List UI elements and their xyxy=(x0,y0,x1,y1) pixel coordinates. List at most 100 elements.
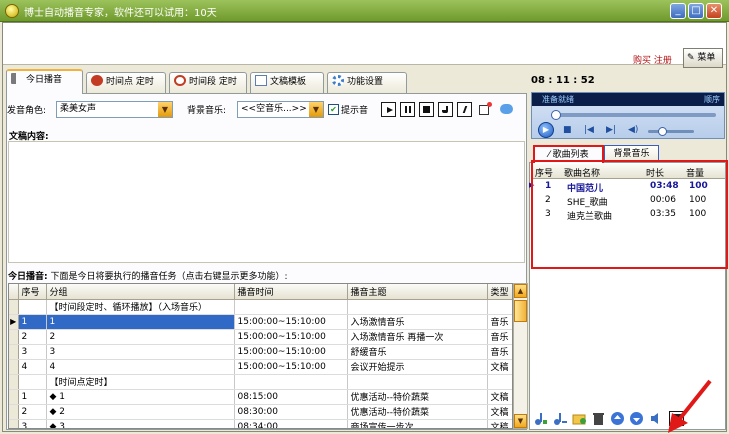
top-strip xyxy=(3,23,726,65)
seek-bar[interactable] xyxy=(551,110,716,120)
chevron-down-icon: ▼ xyxy=(309,102,323,117)
column-header[interactable]: 分组 xyxy=(46,284,235,300)
voice-label: 发音角色: xyxy=(7,106,47,116)
stop-button[interactable] xyxy=(419,102,434,117)
tab-settings[interactable]: 功能设置 xyxy=(327,72,407,93)
tab-settings-label: 功能设置 xyxy=(347,77,384,87)
play-mode[interactable]: 顺序 xyxy=(704,93,720,106)
type-cell: 音乐 xyxy=(487,344,512,360)
play-button[interactable]: ▶ xyxy=(538,122,554,138)
menu-button[interactable]: ✎ 菜单 xyxy=(683,48,723,68)
seq-cell: 3 xyxy=(18,344,47,360)
table-row[interactable]: 2 ◆ 2 08:30:00 优惠活动--特价蔬菜 文稿 xyxy=(9,404,512,420)
tab-timeperiod-label: 时间段 定时 xyxy=(189,77,237,87)
table-row[interactable]: 4 4 15:00:00~15:10:00 会议开始提示 文稿 xyxy=(9,359,512,375)
column-header[interactable]: 序号 xyxy=(18,284,47,300)
content-textarea[interactable] xyxy=(8,141,525,263)
tab-timepoint[interactable]: 时间点 定时 xyxy=(86,72,166,93)
volume-knob[interactable] xyxy=(657,127,667,136)
bgm-select[interactable]: <<空音乐...>> ▼ xyxy=(237,101,324,118)
previous-icon[interactable]: |◀ xyxy=(584,125,594,135)
chat-bubble-icon[interactable] xyxy=(499,102,514,117)
tab-templates[interactable]: 文稿模板 xyxy=(250,72,324,93)
type-cell: 文稿 xyxy=(487,419,512,428)
trash-icon[interactable] xyxy=(591,411,606,426)
topic-cell: 舒缓音乐 xyxy=(347,344,488,360)
topic-cell: 优惠活动--特价蔬菜 xyxy=(347,389,488,405)
prompt-checkbox[interactable]: ✔ xyxy=(328,104,339,115)
buy-register-link[interactable]: 购买 注册 xyxy=(633,53,672,66)
close-icon[interactable]: ✕ xyxy=(706,3,722,19)
bgm-select-value: <<空音乐...>> xyxy=(241,104,307,114)
media-player: 准备就绪 顺序 ▶ ■ |◀ ▶| ◀) xyxy=(531,92,725,139)
tab-timeperiod[interactable]: 时间段 定时 xyxy=(169,72,247,93)
table-row[interactable]: ▶ 1 1 15:00:00~15:10:00 入场激情音乐 音乐 xyxy=(9,314,512,330)
add-music-alt-icon[interactable] xyxy=(552,411,567,426)
seq-cell: 3 xyxy=(18,419,47,428)
scroll-up-icon[interactable]: ▲ xyxy=(514,284,527,298)
prompt-label: 提示音 xyxy=(341,106,369,116)
today-title: 今日播音: xyxy=(8,272,48,282)
table-row[interactable]: 3 ◆ 3 08:34:00 商场宣传一步次 文稿 xyxy=(9,419,512,428)
table-scrollbar[interactable]: ▲ ▼ xyxy=(513,283,528,429)
type-cell: 音乐 xyxy=(487,314,512,330)
table-row[interactable]: 【时间段定时、循环播放】（入场音乐） xyxy=(9,299,512,315)
minimize-icon[interactable]: _ xyxy=(670,3,686,19)
column-header[interactable]: 播音主题 xyxy=(347,284,488,300)
window-title: 博士自动播音专家，软件还可以试用：10天 xyxy=(24,8,217,19)
column-header[interactable]: 播音时间 xyxy=(234,284,348,300)
edit-document-icon[interactable] xyxy=(478,102,493,117)
group-cell: 【时间段定时、循环播放】（入场音乐） xyxy=(46,299,235,315)
type-cell xyxy=(487,374,512,390)
time-cell: 08:15:00 xyxy=(234,389,348,405)
music-note-icon[interactable] xyxy=(438,102,453,117)
tab-today[interactable]: 今日播音 xyxy=(6,69,83,94)
seq-cell: 2 xyxy=(18,329,47,345)
today-hint: 下面是今日将要执行的播音任务（点击右键显示更多功能）: xyxy=(50,272,288,282)
add-folder-icon[interactable] xyxy=(572,411,587,426)
scroll-down-icon[interactable]: ▼ xyxy=(514,414,527,428)
move-up-icon[interactable] xyxy=(610,411,625,426)
move-down-icon[interactable] xyxy=(629,411,644,426)
topic-cell: 入场激情音乐 xyxy=(347,314,488,330)
pen-icon[interactable] xyxy=(457,102,472,117)
volume-icon[interactable]: ◀) xyxy=(628,125,638,135)
gear-icon xyxy=(332,75,344,86)
table-row[interactable]: 2 2 15:00:00~15:10:00 入场激情音乐 再播一次 音乐 xyxy=(9,329,512,345)
maximize-icon[interactable]: □ xyxy=(688,3,704,19)
scroll-thumb[interactable] xyxy=(514,300,527,322)
volume-slider[interactable] xyxy=(648,127,694,136)
row-indicator xyxy=(9,419,19,428)
bgm-label: 背景音乐: xyxy=(187,106,227,116)
next-icon[interactable]: ▶| xyxy=(606,125,616,135)
seq-cell: 2 xyxy=(18,404,47,420)
song-list-highlight xyxy=(531,160,728,269)
menu-button-label: 菜单 xyxy=(697,53,716,63)
table-row[interactable]: 【时间点定时】 xyxy=(9,374,512,390)
document-icon xyxy=(255,75,267,86)
pause-button[interactable] xyxy=(400,102,415,117)
seq-cell xyxy=(18,299,47,315)
row-indicator xyxy=(9,404,19,420)
tab-timepoint-label: 时间点 定时 xyxy=(106,77,154,87)
clock-icon xyxy=(174,75,186,86)
column-header[interactable]: 类型 xyxy=(487,284,512,300)
seek-knob[interactable] xyxy=(551,110,561,120)
row-indicator xyxy=(9,299,19,315)
add-music-icon[interactable] xyxy=(533,411,548,426)
topic-cell: 优惠活动--特价蔬菜 xyxy=(347,404,488,420)
voice-select[interactable]: 柔美女声 ▼ xyxy=(56,101,173,118)
annotation-arrow xyxy=(668,379,712,433)
topic-cell: 会议开始提示 xyxy=(347,359,488,375)
stop-icon[interactable]: ■ xyxy=(563,125,572,135)
speaker-icon xyxy=(11,73,23,84)
menu-pen-icon: ✎ xyxy=(687,53,695,63)
play-text-button[interactable] xyxy=(381,102,396,117)
tab-background-music-label: 背景音乐 xyxy=(613,149,650,159)
table-row[interactable]: 1 ◆ 1 08:15:00 优惠活动--特价蔬菜 文稿 xyxy=(9,389,512,405)
row-indicator xyxy=(9,359,19,375)
title-bar: 博士自动播音专家，软件还可以试用：10天 _ □ ✕ xyxy=(0,0,729,22)
task-table[interactable]: 序号 分组 播音时间 播音主题 类型 【时间段定时、循环播放】（入场音乐） ▶ 1 1… xyxy=(8,283,513,429)
seq-cell: 1 xyxy=(18,314,47,330)
table-row[interactable]: 3 3 15:00:00~15:10:00 舒缓音乐 音乐 xyxy=(9,344,512,360)
